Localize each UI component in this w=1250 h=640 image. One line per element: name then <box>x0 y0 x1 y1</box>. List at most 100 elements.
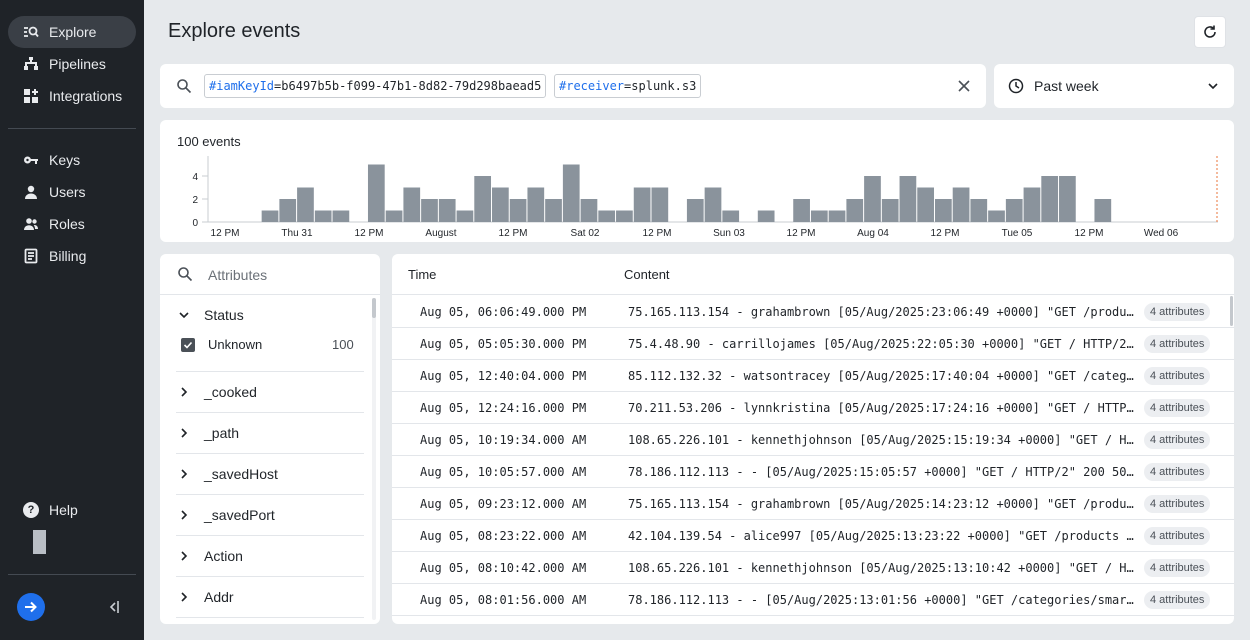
attributes-badge[interactable]: 4 attributes <box>1144 527 1211 545</box>
attr-group-savedport[interactable]: _savedPort <box>176 503 364 527</box>
attributes-badge[interactable]: 4 attributes <box>1144 335 1211 353</box>
column-header-content[interactable]: Content <box>624 267 670 282</box>
table-row[interactable]: Aug 05, 05:05:30.000 PM 75.4.48.90 - carr… <box>392 328 1234 360</box>
histogram-bar <box>385 210 403 222</box>
table-row[interactable]: Aug 05, 06:06:49.000 PM 75.165.113.154 - … <box>392 296 1234 328</box>
column-header-time[interactable]: Time <box>408 267 436 282</box>
key-icon <box>22 151 40 169</box>
sidebar-item-explore[interactable]: Explore <box>8 16 136 48</box>
event-histogram[interactable]: 100 events 0 2 4 12 PM Thu 31 12 PM August 12 P… <box>160 120 1234 242</box>
sidebar-item-keys[interactable]: Keys <box>8 144 136 176</box>
sidebar-item-pipelines[interactable]: Pipelines <box>8 48 136 80</box>
sidebar-item-users[interactable]: Users <box>8 176 136 208</box>
scrollbar-thumb[interactable] <box>372 298 376 318</box>
table-row[interactable]: Aug 05, 08:10:42.000 AM 108.65.226.101 - … <box>392 552 1234 584</box>
event-time: Aug 05, 05:05:30.000 PM <box>420 337 587 351</box>
sidebar-item-integrations[interactable]: Integrations <box>8 80 136 112</box>
collapse-sidebar-button[interactable] <box>106 597 122 617</box>
events-table: Time Content Aug 05, 06:06:49.000 PM 75.1… <box>392 254 1234 624</box>
histogram-bar <box>704 187 722 222</box>
histogram-chart[interactable]: 0 2 4 12 PM Thu 31 12 PM August 12 PM Sat 02 12 P… <box>160 120 1234 242</box>
go-button[interactable] <box>17 593 45 621</box>
chevron-down-icon <box>1208 83 1218 90</box>
avatar[interactable] <box>33 530 46 554</box>
sidebar: Explore Pipelines Integrations Keys User… <box>0 0 144 640</box>
event-content: 75.165.113.154 - grahambrown [05/Aug/202… <box>628 497 1134 511</box>
histogram-bar <box>988 210 1005 222</box>
attributes-badge[interactable]: 4 attributes <box>1144 431 1211 449</box>
x-tick-label: Wed 06 <box>1144 228 1179 239</box>
table-row[interactable]: Aug 05, 10:05:57.000 AM 78.186.112.113 - … <box>392 456 1234 488</box>
event-content: 108.65.226.101 - kennethjohnson [05/Aug/… <box>628 561 1134 575</box>
collapse-icon <box>109 601 119 613</box>
table-row[interactable]: Aug 05, 08:23:22.000 AM 42.104.139.54 - a… <box>392 520 1234 552</box>
attributes-badge[interactable]: 4 attributes <box>1144 399 1211 417</box>
integrations-icon <box>22 87 40 105</box>
attributes-badge[interactable]: 4 attributes <box>1144 303 1211 321</box>
chevron-right-icon <box>176 425 192 441</box>
status-option-count: 100 <box>332 337 354 352</box>
chevron-right-icon <box>176 384 192 400</box>
event-time: Aug 05, 10:05:57.000 AM <box>420 465 587 479</box>
histogram-bar <box>633 187 651 222</box>
scrollbar-thumb[interactable] <box>1230 296 1233 326</box>
sidebar-item-label: Users <box>49 184 86 200</box>
attr-group-savedhost[interactable]: _savedHost <box>176 462 364 486</box>
user-icon <box>22 183 40 201</box>
table-row[interactable]: Aug 05, 10:19:34.000 AM 108.65.226.101 - … <box>392 424 1234 456</box>
attributes-badge[interactable]: 4 attributes <box>1144 559 1211 577</box>
sidebar-item-billing[interactable]: Billing <box>8 240 136 272</box>
y-tick-label: 4 <box>192 172 198 183</box>
y-tick-label: 2 <box>192 195 198 206</box>
attr-group-addr[interactable]: Addr <box>176 585 364 609</box>
table-row[interactable]: Aug 05, 12:24:16.000 PM 70.211.53.206 - l… <box>392 392 1234 424</box>
attr-group-label: _path <box>204 425 240 441</box>
histogram-bar <box>846 199 864 222</box>
status-option-label: Unknown <box>208 337 263 352</box>
x-tick-label: Sun 03 <box>713 228 745 239</box>
histogram-bar <box>793 199 810 222</box>
histogram-bar <box>545 199 562 222</box>
time-range-select[interactable]: Past week <box>994 64 1234 108</box>
y-tick-label: 0 <box>192 218 198 229</box>
attr-group-label: _cooked <box>204 384 257 400</box>
attributes-badge[interactable]: 4 attributes <box>1144 463 1211 481</box>
sidebar-item-label: Billing <box>49 248 87 264</box>
attr-group-status[interactable]: Status <box>176 303 364 327</box>
table-row[interactable]: Aug 05, 09:23:12.000 AM 75.165.113.154 - … <box>392 488 1234 520</box>
help-icon: ? <box>23 502 39 518</box>
histogram-bar <box>1005 199 1023 222</box>
histogram-bar <box>1094 199 1112 222</box>
event-time: Aug 05, 12:24:16.000 PM <box>420 401 587 415</box>
table-row[interactable]: Aug 05, 08:01:56.000 AM 78.186.112.113 - … <box>392 584 1234 616</box>
query-chip-receiver[interactable]: #receiver=splunk.s3 <box>554 74 702 98</box>
attr-group-cooked[interactable]: _cooked <box>176 380 364 404</box>
attributes-badge[interactable]: 4 attributes <box>1144 367 1211 385</box>
attributes-badge[interactable]: 4 attributes <box>1144 495 1211 513</box>
attr-group-path[interactable]: _path <box>176 421 364 445</box>
histogram-bar <box>367 164 385 222</box>
x-tick-label: 12 PM <box>643 228 672 239</box>
histogram-bar <box>332 210 350 222</box>
histogram-bar <box>952 187 970 222</box>
sidebar-item-roles[interactable]: Roles <box>8 208 136 240</box>
table-row[interactable]: Aug 05, 12:40:04.000 PM 85.112.132.32 - w… <box>392 360 1234 392</box>
event-time: Aug 05, 08:10:42.000 AM <box>420 561 587 575</box>
event-content: 70.211.53.206 - lynnkristina [05/Aug/202… <box>628 401 1134 415</box>
query-bar[interactable]: #iamKeyId=b6497b5b-f099-47b1-8d82-79d298… <box>160 64 986 108</box>
attr-group-action[interactable]: Action <box>176 544 364 568</box>
divider <box>176 535 364 536</box>
query-chip-iamkeyid[interactable]: #iamKeyId=b6497b5b-f099-47b1-8d82-79d298… <box>204 74 547 98</box>
scrollbar-track[interactable] <box>372 298 376 620</box>
sidebar-item-help[interactable]: ? Help <box>8 494 136 526</box>
attributes-badge[interactable]: 4 attributes <box>1144 591 1211 609</box>
refresh-button[interactable] <box>1194 16 1226 48</box>
clear-query-button[interactable] <box>956 78 972 94</box>
event-content: 78.186.112.113 - - [05/Aug/2025:15:05:57… <box>628 465 1134 479</box>
status-unknown-checkbox[interactable] <box>181 338 195 352</box>
attribute-search[interactable]: Attributes <box>160 254 380 295</box>
x-tick-label: Aug 04 <box>857 228 889 239</box>
search-icon <box>178 267 193 282</box>
chevron-down-icon <box>176 307 192 323</box>
close-icon <box>958 80 970 92</box>
